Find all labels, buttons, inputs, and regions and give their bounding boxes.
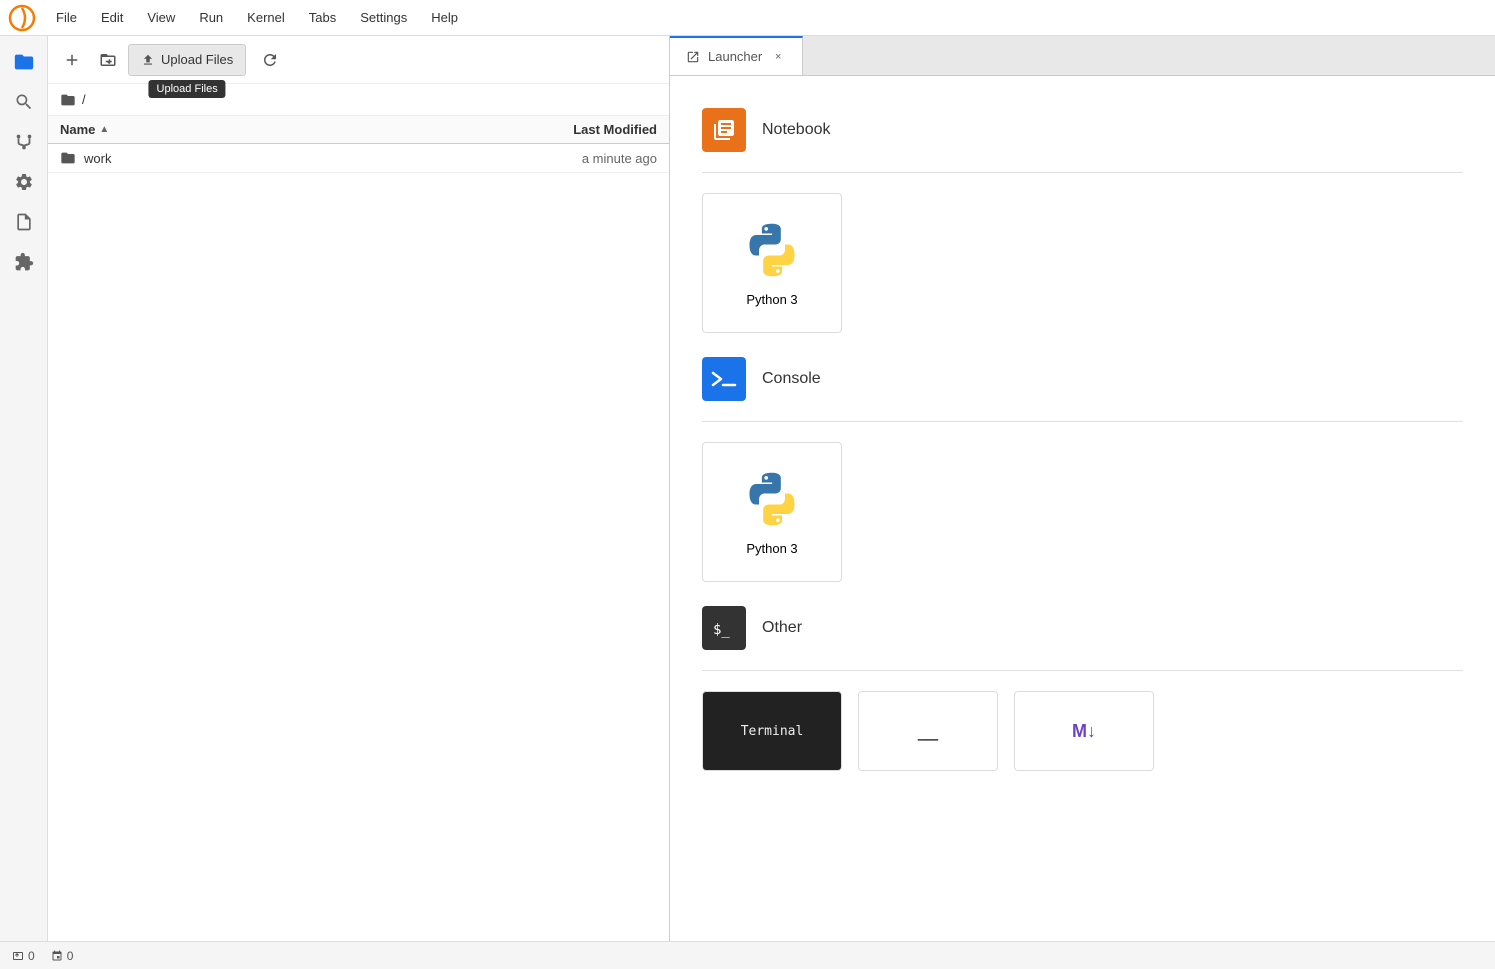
menu-item-settings[interactable]: Settings — [350, 6, 417, 29]
breadcrumb-path: / — [82, 92, 86, 107]
menu-item-file[interactable]: File — [46, 6, 87, 29]
text-file-card[interactable]: __ — [858, 691, 998, 771]
tab-launcher-label: Launcher — [708, 49, 762, 64]
terminal-status: 0 — [12, 949, 35, 963]
upload-tooltip: Upload Files — [149, 80, 226, 98]
sort-arrow: ▲ — [99, 124, 109, 135]
file-table-header: Name ▲ Last Modified — [48, 116, 669, 144]
notebook-icon — [702, 108, 746, 152]
menu-item-view[interactable]: View — [137, 6, 185, 29]
terminal-card[interactable]: Terminal — [702, 691, 842, 771]
terminal-label: Terminal — [741, 724, 804, 739]
notebook-section-header: Notebook — [702, 108, 1463, 152]
new-file-button[interactable] — [56, 44, 88, 76]
other-divider — [702, 670, 1463, 671]
python-logo-icon — [742, 220, 802, 280]
menu-item-edit[interactable]: Edit — [91, 6, 133, 29]
console-section-header: Console — [702, 357, 1463, 401]
breadcrumb: / — [48, 84, 669, 116]
markdown-card[interactable]: M↓ — [1014, 691, 1154, 771]
activity-files[interactable] — [6, 44, 42, 80]
menu-bar: File Edit View Run Kernel Tabs Settings … — [0, 0, 1495, 36]
menu-item-tabs[interactable]: Tabs — [299, 6, 346, 29]
file-name: work — [84, 151, 111, 166]
python3-notebook-label: Python 3 — [746, 292, 797, 307]
status-bar: 0 0 — [0, 941, 1495, 969]
right-panel: Launcher × Notebook — [670, 36, 1495, 969]
console-cards: Python 3 — [702, 442, 1463, 582]
text-file-icon: __ — [918, 721, 938, 742]
table-row[interactable]: work a minute ago — [48, 144, 669, 173]
menu-item-run[interactable]: Run — [189, 6, 233, 29]
notebook-cards: Python 3 — [702, 193, 1463, 333]
launcher-content: Notebook Python 3 — [670, 76, 1495, 969]
notebook-section-label: Notebook — [762, 121, 831, 139]
console-icon — [702, 357, 746, 401]
svg-text:$_: $_ — [713, 622, 730, 638]
refresh-button[interactable] — [254, 44, 286, 76]
menu-item-kernel[interactable]: Kernel — [237, 6, 295, 29]
python3-console-label: Python 3 — [746, 541, 797, 556]
activity-pages[interactable] — [6, 204, 42, 240]
notebook-divider — [702, 172, 1463, 173]
col-modified-header[interactable]: Last Modified — [497, 122, 657, 137]
activity-settings[interactable] — [6, 164, 42, 200]
app-logo — [8, 4, 36, 32]
activity-extensions[interactable] — [6, 244, 42, 280]
activity-search[interactable] — [6, 84, 42, 120]
terminal-icon — [711, 369, 737, 389]
menu-item-help[interactable]: Help — [421, 6, 468, 29]
other-section-label: Other — [762, 619, 802, 637]
python3-notebook-card[interactable]: Python 3 — [702, 193, 842, 333]
other-cards: Terminal __ M↓ — [702, 691, 1463, 771]
upload-button[interactable]: Upload Files — [128, 44, 246, 76]
file-toolbar: Upload Files Upload Files — [48, 36, 669, 84]
tab-close-button[interactable]: × — [770, 49, 786, 65]
file-modified: a minute ago — [497, 151, 657, 166]
tab-bar: Launcher × — [670, 36, 1495, 76]
dollar-terminal-icon: $_ — [711, 618, 737, 638]
tab-launcher[interactable]: Launcher × — [670, 36, 803, 75]
python3-console-card[interactable]: Python 3 — [702, 442, 842, 582]
terminal-count: 0 — [28, 949, 35, 963]
upload-label: Upload Files — [161, 52, 233, 67]
main-layout: Upload Files Upload Files / Name ▲ Last … — [0, 36, 1495, 969]
file-row-name: work — [60, 150, 497, 166]
markdown-icon: M↓ — [1072, 721, 1096, 742]
activity-bar — [0, 36, 48, 969]
file-panel: Upload Files Upload Files / Name ▲ Last … — [48, 36, 670, 969]
new-folder-button[interactable] — [92, 44, 124, 76]
console-divider — [702, 421, 1463, 422]
other-section-header: $_ Other — [702, 606, 1463, 650]
tab-empty-area — [803, 36, 1495, 75]
console-section-label: Console — [762, 370, 821, 388]
col-name-header[interactable]: Name ▲ — [60, 122, 497, 137]
other-icon: $_ — [702, 606, 746, 650]
kernel-status: 0 — [51, 949, 74, 963]
activity-git[interactable] — [6, 124, 42, 160]
python-console-logo-icon — [742, 469, 802, 529]
kernel-count: 0 — [67, 949, 74, 963]
